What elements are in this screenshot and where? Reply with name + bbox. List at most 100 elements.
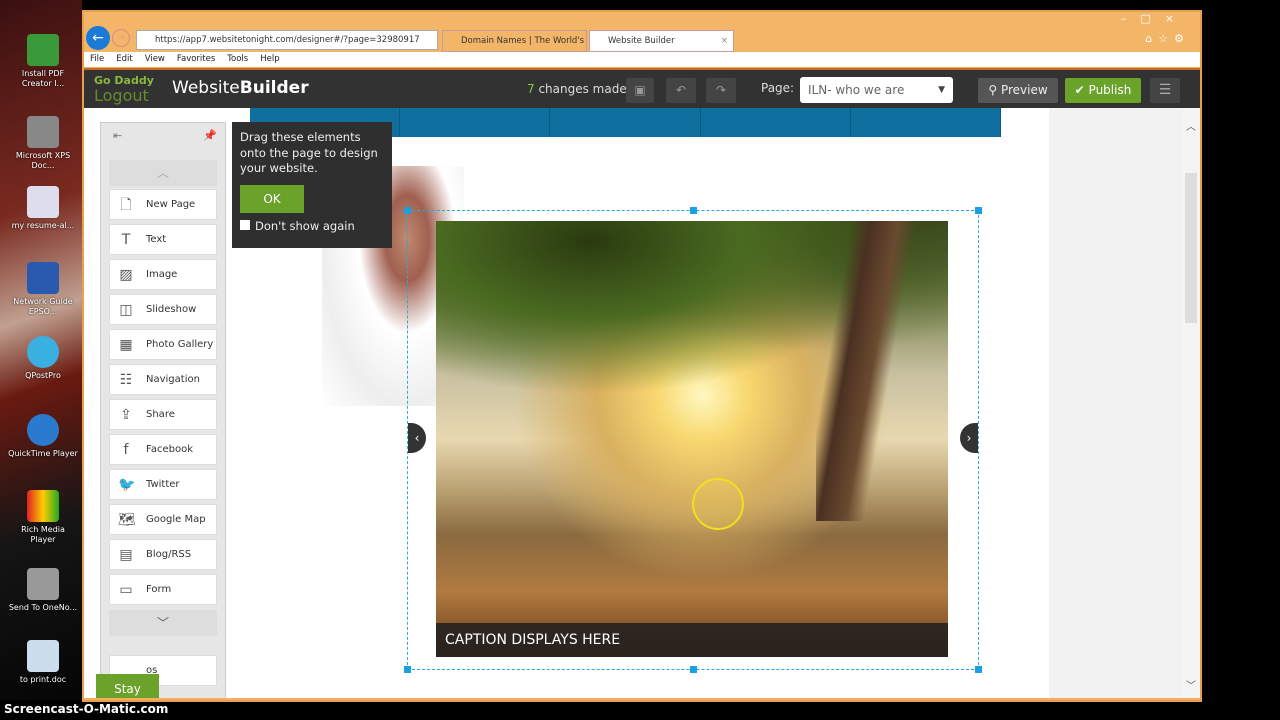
panel-item-share[interactable]: ⇪ Share (109, 399, 217, 430)
desktop-icon[interactable]: Install PDF Creator I... (8, 34, 78, 89)
share-icon: ⇪ (120, 407, 132, 423)
preview-label: Preview (1000, 83, 1048, 97)
panel-item-label: Google Map (146, 514, 206, 525)
desktop-icon[interactable]: to print.doc (8, 640, 78, 685)
panel-item-label: Photo Gallery (146, 339, 214, 350)
resize-handle[interactable] (975, 666, 982, 673)
logout-link[interactable]: Logout (94, 86, 149, 105)
blog-icon: ▤ (119, 547, 133, 563)
menu-favorites[interactable]: Favorites (177, 54, 215, 64)
menu-file[interactable]: File (90, 54, 104, 64)
search-icon: ⚲ (988, 83, 1001, 97)
scroll-down-icon[interactable]: ﹀ (1182, 677, 1200, 692)
resize-handle[interactable] (975, 207, 982, 214)
panel-item-label: Facebook (146, 444, 193, 455)
form-icon: ▭ (119, 582, 133, 598)
panel-item-text[interactable]: T Text (109, 224, 217, 255)
menu-tools[interactable]: Tools (227, 54, 248, 64)
forward-button[interactable]: → (112, 29, 130, 47)
tab-website-builder[interactable]: Website Builder × (589, 30, 734, 52)
desktop-icon[interactable]: Network Guide EPSO... (8, 262, 78, 317)
site-nav-item[interactable]: ABOUT JUDY (550, 108, 701, 137)
panel-item-label: Share (146, 409, 175, 420)
page-select[interactable]: ILN- who we are ▼ (800, 77, 953, 103)
dont-show-label: Don't show again (255, 218, 355, 233)
scroll-up-button[interactable]: ︿ (109, 160, 217, 186)
panel-item-facebook[interactable]: f Facebook (109, 434, 217, 465)
new-page-icon: 🗋 (120, 197, 132, 213)
address-bar[interactable]: https://app7.websitetonight.com/designer… (136, 30, 438, 50)
slideshow-caption[interactable]: CAPTION DISPLAYS HERE (436, 623, 948, 657)
navigation-icon: ☷ (119, 372, 133, 388)
menu-icon[interactable]: ☰ (1150, 78, 1180, 103)
site-nav-item[interactable]: ABOUT EVE (400, 108, 551, 137)
panel-item-label: Form (146, 584, 172, 595)
dont-show-checkbox[interactable] (240, 219, 250, 230)
scroll-down-button[interactable]: ﹀ (109, 610, 217, 636)
desktop-icon[interactable]: my resume-al... (8, 186, 78, 231)
menu-view[interactable]: View (145, 54, 165, 64)
panel-item-twitter[interactable]: 🐦 Twitter (109, 469, 217, 500)
panel-item-google-map[interactable]: 🗺 Google Map (109, 504, 217, 535)
slideshow-image[interactable]: CAPTION DISPLAYS HERE (436, 221, 948, 657)
title-bold: Builder (239, 78, 309, 98)
palm-trunk (816, 221, 946, 521)
publish-button[interactable]: ✔ Publish (1065, 78, 1141, 103)
save-icon[interactable]: ▣ (626, 78, 654, 103)
desktop-icon[interactable]: Send To OneNo... (8, 568, 78, 613)
site-nav-item[interactable]: ILN- WHO WE ARE (851, 108, 1002, 137)
site-nav-item[interactable]: WORK WITH ME (701, 108, 851, 137)
panel-item-label: Slideshow (146, 304, 197, 315)
design-canvas: WHY WE LOVE ILN ABOUT EVE ABOUT JUDY WOR… (84, 108, 1182, 698)
prev-slide-icon[interactable]: ‹ (408, 423, 426, 453)
tab-label: Domain Names | The World's L... (461, 36, 587, 46)
tooltip-text: Drag these elements onto the page to des… (240, 130, 378, 175)
changes-indicator: 7 changes made (527, 82, 627, 96)
panel-item-blog-rss[interactable]: ▤ Blog/RSS (109, 539, 217, 570)
gallery-icon: ▦ (119, 337, 133, 353)
undo-icon[interactable]: ↶ (666, 78, 696, 103)
panel-item-label: Navigation (146, 374, 200, 385)
scroll-up-icon[interactable]: ︿ (1182, 118, 1200, 133)
back-button[interactable]: ← (86, 26, 110, 50)
resize-handle[interactable] (404, 666, 411, 673)
chevron-down-icon: ▼ (938, 85, 945, 95)
desktop-icon[interactable]: Rich Media Player (8, 490, 78, 545)
canvas-margin (1049, 108, 1182, 698)
icon-label: my resume-al... (11, 221, 75, 230)
resize-handle[interactable] (690, 207, 697, 214)
stay-button[interactable]: Stay (96, 674, 159, 698)
panel-item-form[interactable]: ▭ Form (109, 574, 217, 605)
desktop-icon[interactable]: Microsoft XPS Doc... (8, 116, 78, 171)
title-light: Website (172, 78, 240, 98)
panel-item-navigation[interactable]: ☷ Navigation (109, 364, 217, 395)
panel-item-image[interactable]: ▨ Image (109, 259, 217, 290)
vertical-scrollbar[interactable]: ︿ ﹀ (1182, 108, 1200, 698)
close-tab-icon[interactable]: × (721, 31, 728, 51)
pin-icon[interactable]: 📌 (203, 129, 217, 142)
panel-item-slideshow[interactable]: ◫ Slideshow (109, 294, 217, 325)
page-label: Page: (761, 81, 795, 95)
slideshow-widget[interactable]: CAPTION DISPLAYS HERE ‹ › (404, 207, 982, 673)
preview-button[interactable]: ⚲ Preview (978, 78, 1058, 103)
tab-domain-names[interactable]: Domain Names | The World's L... (442, 30, 587, 52)
resize-handle[interactable] (690, 666, 697, 673)
elements-panel: ⇤ 📌 ︿ 🗋 New Page T Text ▨ Image ◫ Slideshow ▦ Pho… (100, 122, 226, 698)
panel-item-new-page[interactable]: 🗋 New Page (109, 189, 217, 220)
window-controls-icon[interactable]: –□× (1121, 12, 1188, 25)
icon-label: Install PDF Creator I... (21, 69, 65, 88)
menu-edit[interactable]: Edit (116, 54, 132, 64)
panel-item-photo-gallery[interactable]: ▦ Photo Gallery (109, 329, 217, 360)
menu-help[interactable]: Help (260, 54, 279, 64)
home-star-gear-icon[interactable]: ⌂☆⚙ (1145, 32, 1190, 45)
next-slide-icon[interactable]: › (960, 423, 978, 453)
ok-button[interactable]: OK (240, 184, 304, 213)
resize-handle[interactable] (404, 207, 411, 214)
scrollbar-thumb[interactable] (1185, 173, 1197, 323)
page-select-value: ILN- who we are (808, 83, 905, 97)
redo-icon[interactable]: ↷ (706, 78, 736, 103)
desktop-icon[interactable]: QPostPro (8, 336, 78, 381)
icon-label: Network Guide EPSO... (13, 297, 73, 316)
collapse-panel-icon[interactable]: ⇤ (113, 129, 122, 142)
desktop-icon[interactable]: QuickTime Player (8, 414, 78, 459)
